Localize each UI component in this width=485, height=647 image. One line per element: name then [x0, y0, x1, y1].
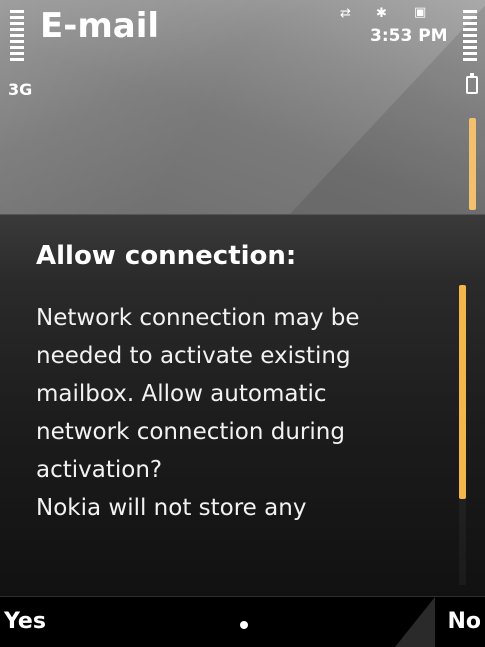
battery-level-icon [463, 10, 477, 64]
data-connection-icon: ⇄ [340, 6, 351, 21]
signal-strength-icon [10, 10, 24, 64]
network-type-label: 3G [8, 80, 33, 99]
dialog-message-line: activation? [36, 457, 163, 483]
dialog-title: Allow connection: [36, 241, 297, 271]
middle-softkey-dot-icon[interactable] [240, 621, 248, 629]
yes-softkey[interactable]: Yes [4, 609, 46, 634]
softkey-decoration [365, 597, 435, 647]
dialog-message-line: needed to activate existing [36, 343, 351, 369]
dialog-scrollbar-thumb[interactable] [459, 285, 466, 499]
allow-connection-dialog: Allow connection: Network connection may… [0, 214, 485, 597]
bluetooth-icon: ✱ [376, 6, 387, 21]
dialog-message[interactable]: Network connection may be needed to acti… [36, 299, 436, 527]
status-indicators: ⇄ ✱ ▣ [340, 5, 450, 28]
dialog-message-line: mailbox. Allow automatic [36, 381, 327, 407]
clock: 3:53 PM [370, 26, 448, 46]
dialog-message-line: network connection during [36, 419, 345, 445]
dialog-message-line: Nokia will not store any [36, 495, 307, 521]
dialog-message-line: Network connection may be [36, 305, 360, 331]
softkey-bar: Yes No [0, 596, 485, 647]
memory-card-icon: ▣ [414, 5, 427, 20]
no-softkey[interactable]: No [447, 609, 481, 634]
app-title: E-mail [40, 6, 160, 46]
battery-icon [466, 73, 478, 94]
background-scrollbar [469, 118, 476, 210]
